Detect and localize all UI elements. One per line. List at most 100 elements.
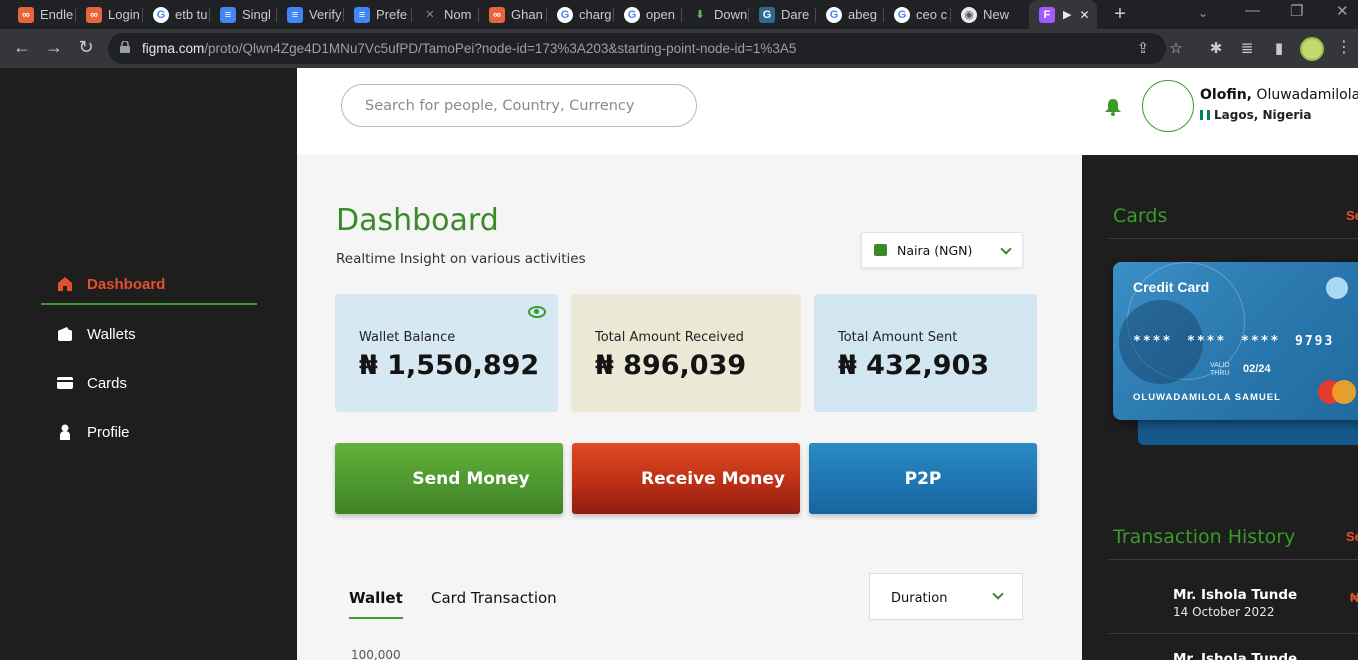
send-money-button[interactable]: Send Money xyxy=(335,443,563,514)
p2p-button[interactable]: P2P xyxy=(809,443,1037,514)
avatar[interactable] xyxy=(1142,80,1194,132)
sidebar-item-wallets[interactable]: Wallets xyxy=(41,314,257,354)
tab-label: Down xyxy=(714,7,748,22)
address-bar[interactable]: figma.com/proto/Qlwn4Zge4D1MNu7Vc5ufPD/T… xyxy=(108,33,1166,64)
card-number-group: 9793 xyxy=(1295,334,1335,349)
browser-tab[interactable]: ∞ Login xyxy=(76,0,143,29)
card-holder: OLUWADAMILOLA SAMUEL xyxy=(1133,392,1281,403)
tab-label: Singl xyxy=(242,7,271,22)
see-all-transactions-link[interactable]: Se xyxy=(1346,529,1358,544)
share-icon[interactable]: ⇪ xyxy=(1134,39,1152,57)
back-button[interactable]: ← xyxy=(11,37,33,58)
card-type: Credit Card xyxy=(1133,279,1210,295)
mastercard-logo-icon xyxy=(1332,380,1356,404)
stat-label: Total Amount Sent xyxy=(838,330,958,345)
duration-label: Duration xyxy=(891,591,948,606)
tab-label: charg xyxy=(579,7,612,22)
page-subtitle: Realtime Insight on various activities xyxy=(336,251,586,267)
tab-label: etb tu xyxy=(175,7,208,22)
transaction-amount: ₦ xyxy=(1350,590,1358,605)
tab-label: New xyxy=(983,7,1010,22)
app-frame: Dashboard Wallets Cards Profile Search f… xyxy=(0,68,1358,660)
grammarly-icon: G xyxy=(759,6,775,23)
url-text: figma.com/proto/Qlwn4Zge4D1MNu7Vc5ufPD/T… xyxy=(142,41,797,56)
browser-tab-strip: ∞ Endle ∞ Login G etb tu ≡ Singl ≡ Verif… xyxy=(0,0,1358,29)
browser-tab[interactable]: G ceo c xyxy=(884,0,951,29)
new-tab-button[interactable]: + xyxy=(1110,3,1130,26)
close-window-button[interactable]: ✕ xyxy=(1336,2,1349,20)
browser-menu-icon[interactable]: ⋮ xyxy=(1336,37,1352,57)
browser-tab-active[interactable]: F ▶ ✕ xyxy=(1029,0,1097,29)
search-input[interactable] xyxy=(341,84,697,127)
divider xyxy=(1108,238,1358,239)
transaction-history-title: Transaction History xyxy=(1113,526,1296,548)
stat-label: Total Amount Received xyxy=(595,330,744,345)
card-stack-back xyxy=(1138,417,1358,445)
browser-tab[interactable]: G Dare xyxy=(749,0,816,29)
bell-icon[interactable] xyxy=(1104,98,1122,116)
see-all-cards-link[interactable]: Se xyxy=(1346,208,1358,223)
media-control-icon[interactable]: ≣ xyxy=(1238,39,1256,57)
card-expiry: 02/24 xyxy=(1243,363,1271,375)
transaction-date: 14 October 2022 xyxy=(1173,605,1275,619)
receive-money-label: Receive Money xyxy=(641,468,785,489)
forward-button[interactable]: → xyxy=(43,37,65,58)
page-title: Dashboard xyxy=(336,203,499,238)
docs-icon: ≡ xyxy=(354,6,370,23)
tab-label: Ghan xyxy=(511,7,543,22)
close-tab-icon[interactable]: ✕ xyxy=(1079,8,1089,22)
browser-tab[interactable]: ∞ Endle xyxy=(8,0,76,29)
browser-tab[interactable]: G etb tu xyxy=(143,0,210,29)
minimize-button[interactable]: — xyxy=(1245,2,1260,19)
tab-card-transaction[interactable]: Card Transaction xyxy=(431,589,557,607)
browser-tab[interactable]: ◉ New xyxy=(951,0,1027,29)
browser-tab[interactable]: ≡ Singl xyxy=(210,0,277,29)
eye-icon[interactable] xyxy=(528,306,546,318)
currency-select[interactable]: Naira (NGN) xyxy=(861,232,1023,268)
header: Olofin, Oluwadamilola S Lagos, Nigeria xyxy=(297,68,1358,155)
tab-label: open xyxy=(646,7,675,22)
stat-value: ₦ 432,903 xyxy=(838,350,990,381)
tab-label: ceo c xyxy=(916,7,948,22)
p2p-label: P2P xyxy=(904,468,942,489)
transaction-name: Mr. Ishola Tunde xyxy=(1173,587,1298,603)
duration-select[interactable]: Duration xyxy=(869,573,1023,620)
credit-card[interactable]: Credit Card **** **** **** 9793 VALID THR… xyxy=(1113,262,1358,420)
browser-toolbar: ← → ↻ figma.com/proto/Qlwn4Zge4D1MNu7Vc5… xyxy=(0,29,1358,68)
figma-logo-icon: ∞ xyxy=(489,6,505,23)
figma-logo-icon: F xyxy=(1039,6,1055,23)
tab-wallet[interactable]: Wallet xyxy=(349,589,403,619)
receive-money-button[interactable]: Receive Money xyxy=(572,443,800,514)
maximize-button[interactable]: ❐ xyxy=(1290,2,1303,20)
docs-icon: ≡ xyxy=(287,6,303,23)
valid-thru-label: VALID THRU xyxy=(1210,362,1230,377)
browser-tab[interactable]: G open xyxy=(614,0,682,29)
right-panel: Cards Se Credit Card **** **** **** 9793… xyxy=(1082,155,1358,660)
tab-label: abeg xyxy=(848,7,877,22)
sidebar-item-profile[interactable]: Profile xyxy=(41,412,257,452)
stat-value: ₦ 1,550,892 xyxy=(359,350,540,381)
browser-tab[interactable]: ∞ Ghan xyxy=(479,0,547,29)
browser-tab[interactable]: G charg xyxy=(547,0,614,29)
browser-tab[interactable]: ⬇ Down xyxy=(682,0,749,29)
side-panel-icon[interactable]: ▮ xyxy=(1270,39,1288,57)
stat-label: Wallet Balance xyxy=(359,330,456,345)
tab-search-icon[interactable]: ⌄ xyxy=(1198,6,1208,20)
extensions-icon[interactable]: ✱ xyxy=(1207,39,1225,57)
nigeria-flag-icon xyxy=(1200,110,1210,120)
sidebar-item-dashboard[interactable]: Dashboard xyxy=(41,265,257,305)
browser-tab[interactable]: ≡ Prefe xyxy=(344,0,412,29)
browser-profile-avatar[interactable] xyxy=(1300,37,1324,61)
wallet-icon xyxy=(58,327,72,341)
bookmark-star-icon[interactable]: ☆ xyxy=(1167,39,1185,57)
browser-tab[interactable]: G abeg xyxy=(816,0,884,29)
card-number-group: **** xyxy=(1187,334,1227,349)
reload-button[interactable]: ↻ xyxy=(75,37,97,58)
chevron-down-icon xyxy=(992,588,1004,600)
browser-tab[interactable]: ≡ Verify xyxy=(277,0,344,29)
stat-value: ₦ 896,039 xyxy=(595,350,747,381)
sidebar-item-cards[interactable]: Cards xyxy=(41,363,257,403)
browser-tab[interactable]: ✕ Nom xyxy=(412,0,479,29)
stat-card-sent: Total Amount Sent ₦ 432,903 xyxy=(814,294,1037,412)
play-icon: ▶ xyxy=(1063,9,1072,21)
